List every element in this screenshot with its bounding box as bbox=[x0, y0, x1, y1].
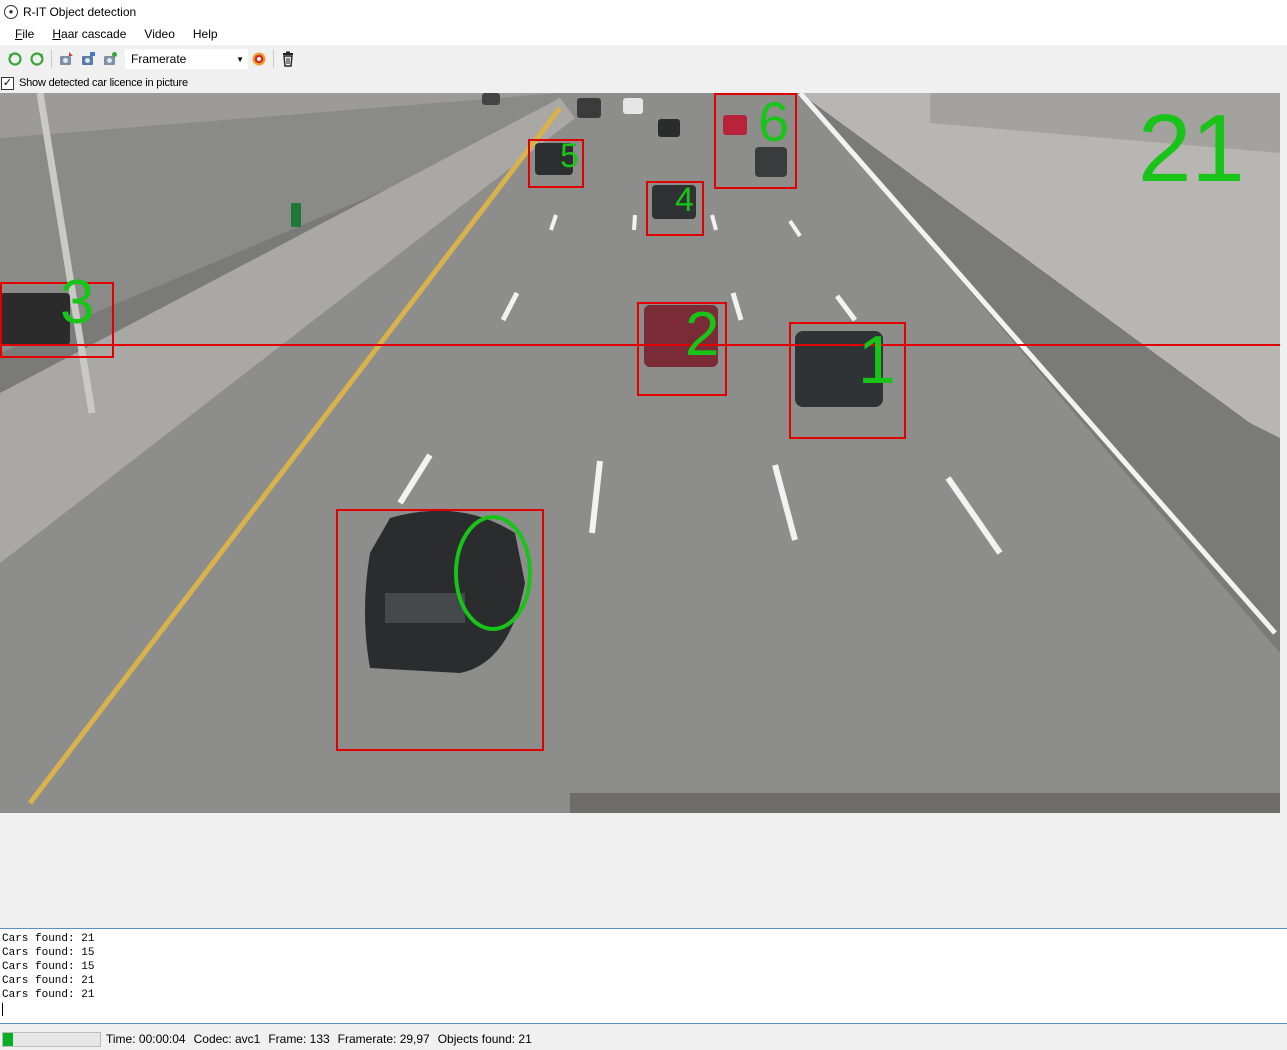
camera-open-icon bbox=[82, 52, 95, 65]
toolbar-separator bbox=[273, 50, 274, 68]
framerate-select-value: Framerate bbox=[131, 52, 187, 66]
empty-panel bbox=[0, 813, 1287, 926]
show-licence-checkbox[interactable]: ✓ bbox=[1, 76, 14, 90]
menu-video[interactable]: Video bbox=[135, 27, 183, 41]
camera-capture-icon bbox=[60, 52, 73, 65]
toolbar: Framerate ▼ bbox=[0, 46, 1287, 72]
status-bar: Time: 00:00:04 Codec: avc1 Frame: 133 Fr… bbox=[0, 1028, 1287, 1050]
detection-label: 1 bbox=[858, 322, 896, 398]
app-icon: ● bbox=[4, 4, 18, 19]
framerate-select[interactable]: Framerate ▼ bbox=[125, 49, 248, 69]
video-frame: 1 2 3 4 5 6 21 bbox=[0, 93, 1280, 813]
menu-bar: File Haar cascade Video Help bbox=[0, 23, 1287, 45]
camera-settings-button[interactable] bbox=[99, 48, 121, 70]
delete-icon bbox=[283, 51, 293, 67]
camera-capture-button[interactable] bbox=[55, 48, 77, 70]
status-objects: Objects found: 21 bbox=[437, 1032, 532, 1046]
chevron-down-icon: ▼ bbox=[236, 54, 244, 64]
menu-haar-cascade[interactable]: Haar cascade bbox=[43, 27, 135, 41]
camera-settings-icon bbox=[104, 52, 117, 65]
rotate-right-icon bbox=[30, 52, 44, 66]
status-time: Time: 00:00:04 bbox=[106, 1032, 186, 1046]
rotate-left-button[interactable] bbox=[4, 48, 26, 70]
log-line: Cars found: 21 bbox=[2, 975, 95, 987]
log-line: Cars found: 15 bbox=[2, 947, 95, 959]
menu-help[interactable]: Help bbox=[184, 27, 227, 41]
detection-label: 3 bbox=[60, 268, 94, 337]
detection-label: 4 bbox=[675, 181, 694, 219]
log-line: Cars found: 15 bbox=[2, 961, 95, 973]
record-button[interactable] bbox=[248, 48, 270, 70]
delete-button[interactable] bbox=[277, 48, 299, 70]
rotate-left-icon bbox=[8, 52, 22, 66]
checkmark-icon: ✓ bbox=[2, 76, 13, 89]
toolbar-separator bbox=[51, 50, 52, 68]
record-icon bbox=[252, 52, 266, 66]
menu-file[interactable]: File bbox=[6, 27, 43, 41]
detection-label: 2 bbox=[685, 300, 719, 369]
status-framerate: Framerate: 29,97 bbox=[337, 1032, 430, 1046]
video-canvas: 1 2 3 4 5 6 21 bbox=[0, 93, 1280, 813]
detection-label: 6 bbox=[758, 93, 789, 153]
log-line: Cars found: 21 bbox=[2, 933, 95, 945]
log-output[interactable]: Cars found: 21 Cars found: 15 Cars found… bbox=[0, 928, 1287, 1024]
window-title: R-IT Object detection bbox=[23, 4, 137, 19]
rotate-right-button[interactable] bbox=[26, 48, 48, 70]
show-licence-option: ✓ Show detected car licence in picture bbox=[0, 74, 1287, 92]
progress-bar bbox=[2, 1031, 101, 1047]
detection-label: 5 bbox=[560, 137, 579, 175]
progress-fill bbox=[3, 1032, 13, 1046]
text-caret bbox=[2, 1003, 3, 1016]
status-frame: Frame: 133 bbox=[268, 1032, 330, 1046]
show-licence-label: Show detected car licence in picture bbox=[19, 77, 188, 89]
log-line: Cars found: 21 bbox=[2, 989, 95, 1001]
status-codec: Codec: avc1 bbox=[193, 1032, 261, 1046]
title-bar: ● R-IT Object detection bbox=[0, 0, 1287, 23]
total-count-label: 21 bbox=[1138, 95, 1245, 202]
camera-open-button[interactable] bbox=[77, 48, 99, 70]
